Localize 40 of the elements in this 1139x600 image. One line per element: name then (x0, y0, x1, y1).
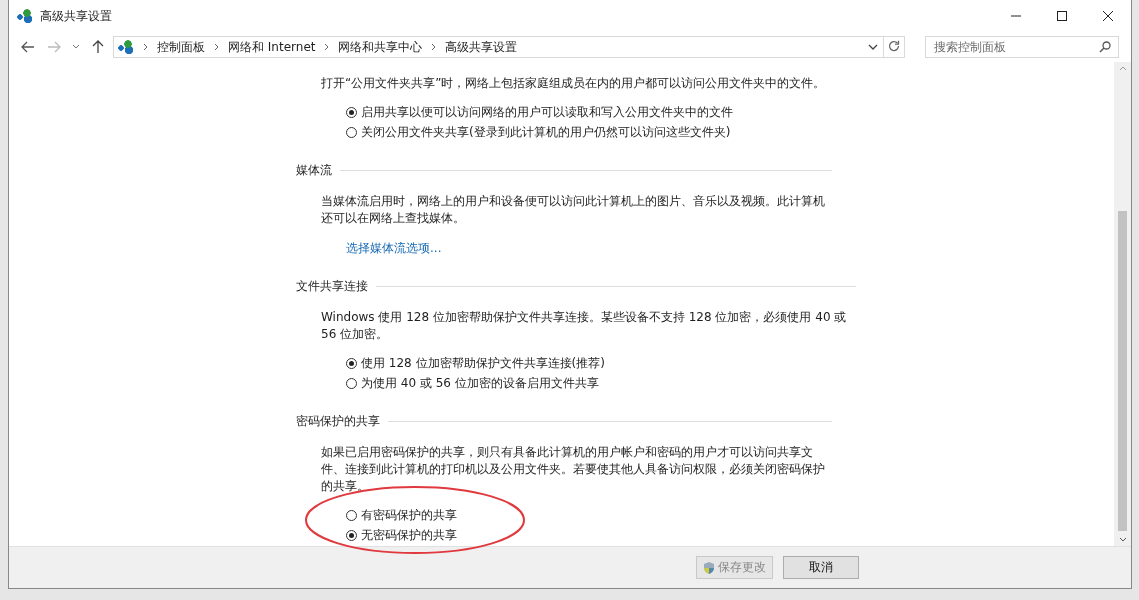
chevron-icon (431, 43, 437, 51)
media-options-link[interactable]: 选择媒体流选项... (346, 240, 442, 257)
section-heading: 密码保护的共享 (296, 413, 380, 430)
radio-option[interactable]: 有密码保护的共享 (346, 507, 457, 524)
radio-option[interactable]: 为使用 40 或 56 位加密的设备启用文件共享 (346, 375, 599, 392)
window-title: 高级共享设置 (40, 7, 112, 25)
description-text: Windows 使用 128 位加密帮助保护文件共享连接。某些设备不支持 128 位加密，必须使用 40 或 56 位加密。 (321, 309, 848, 343)
breadcrumb-item[interactable]: 高级共享设置 (445, 38, 518, 56)
chevron-icon (143, 43, 148, 51)
description-text: 如果已启用密码保护的共享，则只有具备此计算机的用户帐户和密码的用户才可以访问共享文件、连接到此计算机的打印机以及公用文件夹。若要使其他人具备访问权限，必须关闭密码保护的共享。 (321, 444, 826, 495)
section-heading: 媒体流 (296, 162, 332, 179)
up-arrow-icon (92, 40, 104, 54)
network-icon (17, 9, 33, 23)
breadcrumb-item[interactable]: 网络和 Internet (228, 38, 316, 56)
close-icon (1102, 10, 1114, 22)
description-text: 打开“公用文件夹共享”时，网络上包括家庭组成员在内的用户都可以访问公用文件夹中的文件。 (321, 75, 827, 92)
address-bar[interactable]: 控制面板 网络和 Internet 网络和共享中心 高级共享设置 (113, 36, 905, 58)
scroll-down-icon[interactable] (1118, 537, 1127, 542)
maximize-icon (1056, 10, 1068, 22)
radio-option[interactable]: 启用共享以便可以访问网络的用户可以读取和写入公用文件夹中的文件 (346, 104, 733, 121)
right-arrow-icon (47, 41, 61, 53)
dialog-button[interactable]: 取消 (783, 556, 859, 579)
chevron-icon (214, 43, 219, 51)
scrollbar[interactable] (1114, 62, 1131, 546)
network-icon (118, 40, 134, 54)
left-arrow-icon (21, 41, 35, 53)
radio-option[interactable]: 无密码保护的共享 (346, 527, 457, 544)
scroll-up-icon[interactable] (1118, 66, 1127, 71)
breadcrumb-item[interactable]: 网络和共享中心 (338, 38, 423, 56)
breadcrumb-item[interactable]: 控制面板 (157, 38, 205, 56)
radio-option[interactable]: 关闭公用文件夹共享(登录到此计算机的用户仍然可以访问这些文件夹) (346, 124, 731, 141)
caret-icon (72, 44, 80, 50)
search-field[interactable]: 搜索控制面板 (925, 36, 1119, 58)
search-icon (1099, 41, 1111, 53)
description-text: 当媒体流启用时，网络上的用户和设备便可以访问此计算机上的图片、音乐以及视频。此计算机还可以在网络上查找媒体。 (321, 193, 826, 227)
radio-option[interactable]: 使用 128 位加密帮助保护文件共享连接(推荐) (346, 355, 605, 372)
shield-icon (703, 560, 715, 575)
chevron-icon (324, 43, 330, 51)
section-heading: 文件共享连接 (296, 278, 368, 295)
scrollbar-thumb[interactable] (1118, 211, 1127, 531)
